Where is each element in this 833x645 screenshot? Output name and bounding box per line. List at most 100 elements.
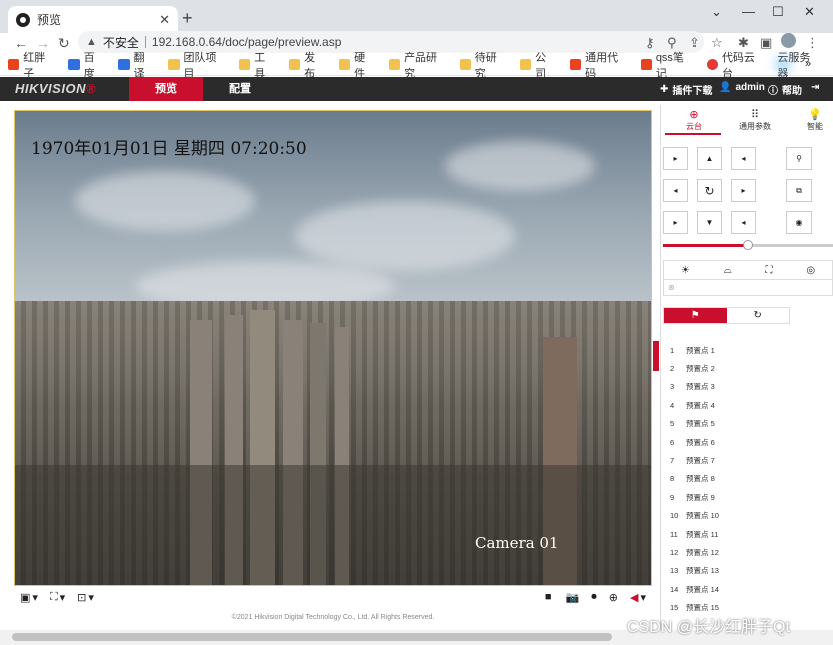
nav-tab-config[interactable]: 配置 — [203, 77, 277, 101]
ptz-right-button[interactable]: ▸ — [731, 179, 756, 202]
bookmark-item[interactable]: 发布 — [288, 49, 325, 81]
preset-row[interactable]: 6 预置点 6 — [663, 433, 823, 451]
preset-row[interactable]: 9 预置点 9 — [663, 488, 823, 506]
window-layout-button[interactable]: ▣ ▾ — [20, 591, 38, 604]
live-video-view[interactable] — [14, 110, 652, 586]
preset-row[interactable]: 5 预置点 5 — [663, 415, 823, 433]
ptz-down-right-button[interactable]: ◂ — [731, 211, 756, 234]
record-icon: ⏺ — [591, 590, 597, 603]
preset-row[interactable]: 10 预置点 10 — [663, 507, 823, 525]
video-cloud — [295, 201, 515, 271]
url-text[interactable]: 192.168.0.64/doc/page/preview.asp — [152, 35, 341, 49]
tab-general-params[interactable]: ⠿ 通用参数 — [731, 108, 779, 132]
bookmark-item[interactable]: 产品研究 — [388, 49, 446, 81]
bookmark-item[interactable]: 工具 — [238, 49, 275, 81]
bookmark-item[interactable]: 公司 — [519, 49, 556, 81]
help-link[interactable]: ⓘ 帮助 — [768, 82, 802, 97]
panel-collapse-handle[interactable] — [653, 341, 659, 371]
bookmark-item[interactable]: 团队项目 — [168, 49, 225, 81]
tab-smart[interactable]: 💡 智能 — [800, 108, 830, 132]
maximize-button[interactable]: ☐ — [772, 4, 784, 20]
audio-button[interactable]: ◀ ▾ — [630, 591, 646, 604]
camera-icon: 📷 — [565, 591, 580, 604]
stop-button[interactable]: ■ — [545, 591, 552, 603]
browser-tab[interactable]: 预览 ✕ — [8, 6, 178, 33]
bookmark-label: qss笔记 — [655, 51, 684, 80]
tab-title: 预览 — [37, 13, 62, 27]
bookmark-label: 团队项目 — [183, 51, 217, 80]
profile-avatar[interactable] — [781, 33, 796, 48]
bookmark-item[interactable]: qss笔记 — [640, 49, 693, 81]
focus-button[interactable]: ⧉ — [786, 179, 812, 202]
wiper-icon[interactable]: ⌓ — [724, 265, 732, 276]
digital-zoom-button[interactable]: ⊕ — [609, 591, 618, 604]
horizontal-scrollbar-thumb[interactable] — [12, 633, 612, 641]
divider — [144, 36, 146, 48]
nav-tab-preview[interactable]: 预览 — [129, 77, 203, 101]
refresh-icon: ↻ — [753, 310, 762, 321]
ptz-left-button[interactable]: ◂ — [663, 179, 688, 202]
tab-close-icon[interactable]: ✕ — [159, 12, 170, 28]
preset-row[interactable]: 2 预置点 2 — [663, 359, 823, 377]
info-icon: ⓘ — [768, 86, 778, 97]
ptz-aux-controls-row2: ⊛ — [663, 280, 833, 296]
bookmark-item[interactable]: 硬件 — [338, 49, 375, 81]
light-icon[interactable]: ☀ — [681, 265, 690, 276]
tab-search-icon[interactable]: ⌄ — [711, 4, 722, 20]
ptz-auto-button[interactable]: ↻ — [697, 179, 722, 202]
preset-row[interactable]: 14 预置点 14 — [663, 580, 823, 598]
bookmark-item[interactable]: 翻译 — [118, 49, 154, 81]
tab-presets[interactable]: ⚑ — [664, 308, 727, 323]
preset-row[interactable]: 12 预置点 12 — [663, 543, 823, 561]
osd-camera-name: Camera 01 — [475, 534, 559, 552]
bookmark-label: 硬件 — [354, 51, 366, 80]
bookmark-label: 公司 — [535, 51, 547, 80]
aspect-ratio-button[interactable]: ⛶ ▾ — [50, 591, 65, 604]
folder-icon — [519, 59, 532, 70]
ptz-up-left-button[interactable]: ▸ — [663, 147, 688, 170]
bookmark-item[interactable]: 代码云台 — [706, 49, 764, 81]
logout-icon[interactable]: ⇥ — [811, 82, 819, 93]
ptz-down-left-button[interactable]: ▸ — [663, 211, 688, 234]
stream-type-button[interactable]: ⊡ ▾ — [77, 591, 94, 604]
preset-row[interactable]: 3 预置点 3 — [663, 378, 823, 396]
preset-row[interactable]: 1 预置点 1 — [663, 341, 823, 359]
lens-init-icon[interactable]: ◎ — [806, 265, 815, 276]
iris-button[interactable]: ◉ — [786, 211, 812, 234]
preset-row[interactable]: 8 预置点 8 — [663, 470, 823, 488]
chevron-down-icon: ▾ — [88, 591, 94, 604]
plugin-icon: ✚ — [660, 84, 669, 95]
bookmark-item[interactable]: 云服务器 — [777, 49, 819, 81]
ptz-speed-thumb[interactable] — [743, 240, 753, 250]
close-window-button[interactable]: ✕ — [804, 4, 815, 20]
ptz-up-right-button[interactable]: ◂ — [731, 147, 756, 170]
tab-ptz[interactable]: ⊕ 云台 — [672, 108, 716, 132]
plugin-download-link[interactable]: ✚ 插件下载 — [660, 82, 712, 97]
bookmark-item[interactable]: 百度 — [68, 49, 104, 81]
bookmark-item[interactable]: 待研究 — [459, 49, 506, 81]
stop-icon: ■ — [544, 591, 552, 603]
minimize-button[interactable]: — — [742, 4, 755, 19]
active-tab-indicator — [665, 133, 721, 135]
menu-call-icon[interactable]: ⊛ — [668, 283, 675, 292]
plugin-download-label: 插件下载 — [672, 86, 713, 97]
bookmark-item[interactable]: 红胖子 — [8, 49, 54, 81]
ptz-up-button[interactable]: ▲ — [697, 147, 722, 170]
bookmark-item[interactable]: 通用代码 — [569, 49, 627, 81]
ptz-down-button[interactable]: ▼ — [697, 211, 722, 234]
capture-button[interactable]: 📷 — [566, 591, 580, 604]
preset-number: 4 — [670, 400, 675, 410]
zoom-in-button[interactable]: ⚲ — [786, 147, 812, 170]
bookmarks-more-icon[interactable]: » — [805, 58, 811, 70]
record-button[interactable]: ⏺ — [591, 591, 597, 604]
aspect-icon: ⛶ — [49, 590, 58, 603]
preset-row[interactable]: 13 预置点 13 — [663, 562, 823, 580]
preset-row[interactable]: 11 预置点 11 — [663, 525, 823, 543]
focus-assist-icon[interactable]: ⛶ — [766, 265, 773, 276]
tab-patrols[interactable]: ↻ — [727, 308, 790, 323]
new-tab-button[interactable]: + — [182, 8, 193, 29]
preset-tabs: ⚑ ↻ — [663, 307, 790, 324]
preset-row[interactable]: 7 预置点 7 — [663, 451, 823, 469]
user-menu[interactable]: 👤 admin — [719, 82, 765, 93]
preset-row[interactable]: 4 预置点 4 — [663, 396, 823, 414]
